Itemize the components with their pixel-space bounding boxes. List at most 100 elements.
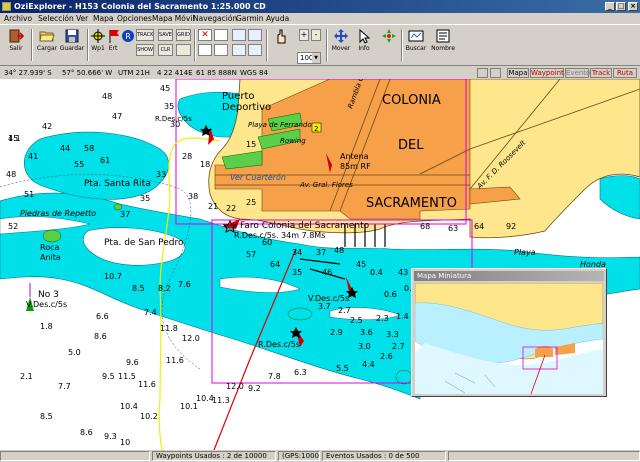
app-icon: [2, 2, 11, 11]
track-control-button[interactable]: TRACK: [136, 29, 154, 41]
menu-ayuda[interactable]: Ayuda: [266, 13, 289, 24]
show-names-button[interactable]: [176, 44, 191, 56]
navigate-button[interactable]: [378, 28, 400, 62]
puerto-label-1: Puerto: [222, 91, 255, 102]
depth-sounding: 37: [120, 210, 130, 219]
route-tool-button[interactable]: ✕: [198, 29, 212, 41]
depth-sounding: 8.2: [158, 284, 171, 293]
depth-sounding: 64: [474, 222, 484, 231]
depth-sounding: 2.6: [380, 352, 393, 361]
depth-sounding: 6.6: [96, 312, 109, 321]
easting-readout: 4 22 414E: [157, 69, 193, 77]
grid-button[interactable]: GRID: [176, 29, 191, 41]
depth-sounding: 5.0: [68, 348, 81, 357]
tab-evento[interactable]: Evento: [565, 68, 590, 78]
depth-sounding: 9.3: [104, 432, 117, 441]
depth-sounding: 4.4: [362, 360, 375, 369]
map-canvas[interactable]: 2 COLONIA DEL SACRAMENTO Puerto Deportiv…: [0, 79, 640, 450]
move-button[interactable]: Mover: [330, 28, 352, 62]
depth-sounding: 7.6: [178, 280, 191, 289]
map-tool-3-button[interactable]: [248, 29, 262, 41]
depth-sounding: 47: [112, 112, 122, 121]
playa-label: Playa: [514, 248, 536, 257]
event-button[interactable]: Ert: [106, 28, 120, 62]
menu-mapa[interactable]: Mapa: [93, 13, 113, 24]
event-label: Ert: [108, 45, 118, 52]
depth-sounding: 18: [200, 160, 210, 169]
move-label: Mover: [331, 45, 351, 52]
depth-sounding: 7.7: [58, 382, 71, 391]
toolbar-separator: [266, 29, 268, 61]
tab-track[interactable]: Track: [590, 68, 612, 78]
depth-sounding: 37: [316, 248, 326, 257]
load-label: Cargar: [36, 45, 58, 52]
search-button[interactable]: Buscar: [404, 28, 428, 62]
depth-sounding: 21: [208, 202, 218, 211]
waypoint-tool-button[interactable]: [198, 44, 212, 56]
close-button[interactable]: ×: [628, 2, 638, 11]
map-tool-4-button[interactable]: [248, 44, 262, 56]
exit-icon: [9, 29, 24, 43]
route-button[interactable]: R: [120, 28, 134, 62]
minimap-chart: [415, 283, 603, 394]
compass-arrows-icon: [382, 29, 396, 43]
waypoint-button[interactable]: Wp1: [90, 28, 106, 62]
menu-archivo[interactable]: Archivo: [4, 13, 32, 24]
depth-sounding: 3.0: [358, 342, 371, 351]
depth-sounding: 48: [102, 92, 112, 101]
depth-sounding: 48: [334, 246, 344, 255]
flores-label: Av. Gral. Flores: [299, 181, 353, 189]
names-list-icon: [436, 29, 450, 43]
depth-sounding: 41: [28, 152, 38, 161]
menu-mapa-movil[interactable]: Mapa Móvil: [152, 13, 194, 24]
tab-ruta[interactable]: Ruta: [613, 68, 637, 78]
depth-sounding: 9.6: [126, 358, 139, 367]
depth-sounding: 10.2: [140, 412, 158, 421]
title-bar[interactable]: OziExplorer - H153 Colonia del Sacrament…: [0, 0, 640, 13]
menu-opciones[interactable]: Opciones: [117, 13, 152, 24]
toolbar-separator: [401, 29, 403, 61]
tab-waypoint[interactable]: Waypoint: [530, 68, 564, 78]
depth-sounding: 11.6: [138, 380, 156, 389]
menu-garmin[interactable]: Garmin: [236, 13, 264, 24]
names-button[interactable]: Nombre: [430, 28, 456, 62]
track-show-button[interactable]: SHOW: [136, 44, 154, 56]
minimap-window[interactable]: Mapa Miniatura: [411, 268, 607, 397]
map-tool-1-button[interactable]: [232, 29, 246, 41]
menu-ver[interactable]: Ver: [76, 13, 88, 24]
zoom-in-button[interactable]: +: [299, 29, 309, 41]
zoom-minus-button[interactable]: -: [311, 29, 321, 41]
minimap-view[interactable]: [415, 283, 603, 394]
track-save-button[interactable]: SAVE: [158, 29, 173, 41]
coordinate-bar: 34° 27.939' S 57° 50.666' W UTM 21H 4 22…: [0, 67, 640, 79]
map-tool-2-button[interactable]: [232, 44, 246, 56]
menu-seleccion[interactable]: Selección: [38, 13, 74, 24]
faro-label: Faro Colonia del Sacramento: [240, 221, 370, 231]
maximize-button[interactable]: □: [616, 2, 626, 11]
depth-sounding: 10.7: [104, 272, 122, 281]
save-button[interactable]: Guardar: [59, 28, 85, 62]
minimap-title[interactable]: Mapa Miniatura: [414, 271, 604, 281]
depth-sounding: 48: [6, 170, 16, 179]
zoom-select[interactable]: 100 ▼: [297, 52, 321, 64]
info-label: Info: [358, 45, 370, 52]
save-window-button[interactable]: [490, 68, 501, 78]
depth-sounding: 1.1: [8, 134, 21, 143]
light-label-red: R.Des.c/5s: [258, 340, 300, 349]
tab-mapa[interactable]: Mapa: [507, 68, 529, 78]
route-icon: R: [122, 30, 134, 42]
track-clear-button[interactable]: CLR: [158, 44, 173, 56]
track-tool-button[interactable]: [214, 44, 228, 56]
utm-zone-readout: UTM 21H: [118, 69, 150, 77]
info-window-button[interactable]: [477, 68, 488, 78]
datum-readout: WGS 84: [240, 69, 268, 77]
load-button[interactable]: Cargar: [35, 28, 59, 62]
menu-navegacion[interactable]: Navegación: [193, 13, 237, 24]
minimize-button[interactable]: _: [605, 2, 615, 11]
zoom-out-button[interactable]: [270, 28, 292, 62]
gps-status: (GPS:1000): [278, 451, 320, 461]
depth-sounding: 10.4: [120, 402, 138, 411]
exit-button[interactable]: Salir: [4, 28, 28, 62]
info-button[interactable]: Info: [355, 28, 373, 62]
event-tool-button[interactable]: [214, 29, 228, 41]
